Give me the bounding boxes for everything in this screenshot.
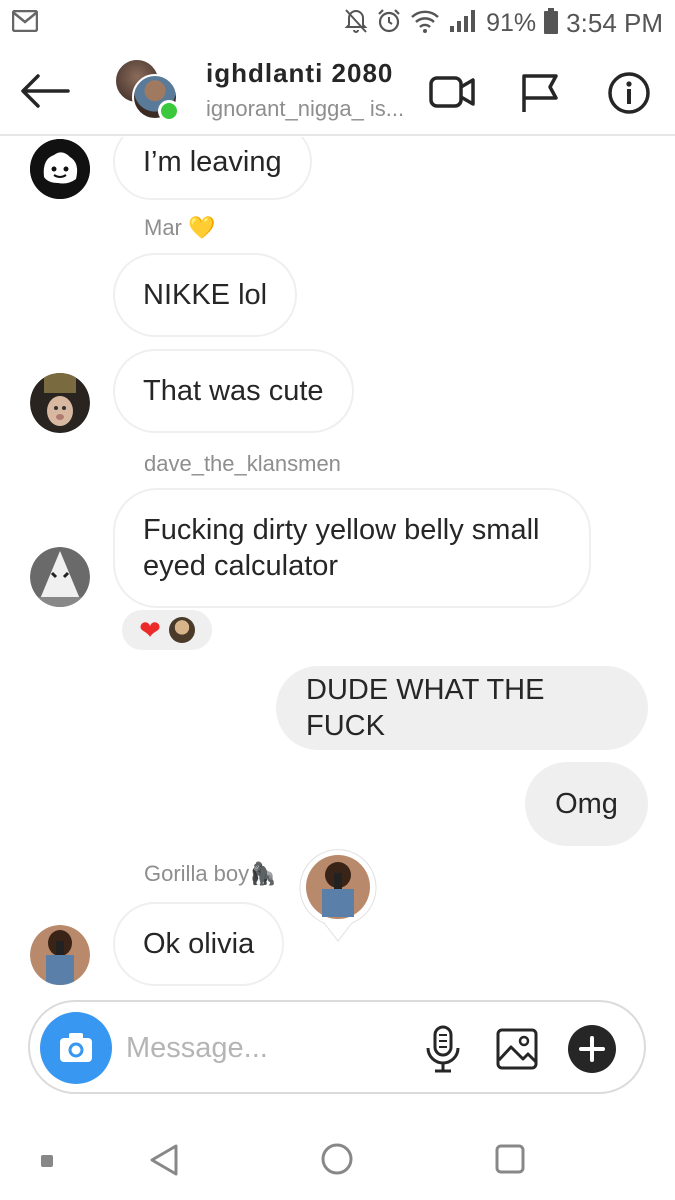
gmail-icon: [11, 9, 39, 37]
wifi-icon: [410, 8, 440, 39]
thread-header: ighdlanti 2080 ignorant_nigga_ is...: [0, 46, 675, 136]
message-text: NIKKE lol: [143, 279, 268, 311]
message-bubble[interactable]: I’m leaving: [113, 137, 312, 200]
sender-name: dave_the_klansmen: [144, 451, 341, 476]
avatar[interactable]: [30, 925, 90, 985]
clock: 3:54 PM: [566, 7, 663, 38]
group-avatar[interactable]: [114, 58, 182, 124]
message-text: That was cute: [143, 375, 324, 407]
message-bubble[interactable]: Ok olivia: [113, 902, 285, 986]
message-reactions[interactable]: ❤: [120, 608, 214, 652]
camera-icon[interactable]: [40, 1012, 112, 1084]
message-bubble[interactable]: That was cute: [113, 349, 354, 433]
microphone-icon[interactable]: [420, 1024, 466, 1073]
alarm-icon: [376, 8, 402, 39]
home-circle-icon[interactable]: [320, 1142, 354, 1181]
thread-subtitle[interactable]: ignorant_nigga_ is...: [206, 96, 404, 122]
signal-icon: [448, 8, 478, 39]
message-text: DUDE WHAT THE FUCK: [306, 674, 545, 742]
avatar[interactable]: [30, 373, 90, 433]
online-indicator: [158, 100, 180, 122]
avatar[interactable]: [30, 139, 90, 199]
avatar[interactable]: [30, 547, 90, 607]
system-nav-bar: [0, 1118, 675, 1200]
sender-name: Gorilla boy🦍: [144, 861, 277, 886]
back-triangle-icon[interactable]: [148, 1142, 180, 1183]
flag-icon[interactable]: [518, 70, 566, 114]
gallery-icon[interactable]: [494, 1026, 540, 1072]
recent-dot-icon[interactable]: [40, 1154, 54, 1173]
battery-percent: 91%: [486, 8, 537, 37]
message-text: Ok olivia: [143, 928, 255, 960]
plus-icon[interactable]: [568, 1025, 616, 1073]
message-text: Fucking dirty yellow belly small eyed ca…: [143, 514, 540, 582]
message-composer: [28, 1000, 646, 1094]
message-bubble[interactable]: Fucking dirty yellow belly small eyed ca…: [113, 488, 591, 608]
sender-name: Mar 💛: [144, 215, 216, 240]
info-icon[interactable]: [606, 70, 654, 114]
message-input[interactable]: [126, 1026, 376, 1070]
status-bar: 91% 3:54 PM: [0, 0, 675, 46]
overview-square-icon[interactable]: [494, 1143, 526, 1180]
heart-icon: ❤: [139, 615, 161, 645]
message-text: I’m leaving: [143, 145, 282, 178]
message-bubble[interactable]: NIKKE lol: [113, 253, 298, 337]
message-bubble-mine[interactable]: Omg: [525, 762, 648, 846]
seen-avatar-pin[interactable]: [298, 849, 378, 943]
message-text: Omg: [555, 788, 618, 820]
avatar: [168, 617, 195, 643]
back-arrow-icon[interactable]: [18, 68, 72, 114]
video-call-icon[interactable]: [428, 70, 476, 114]
battery-icon: [544, 7, 559, 39]
message-bubble-mine[interactable]: DUDE WHAT THE FUCK: [276, 666, 648, 750]
mute-icon: [344, 8, 368, 39]
thread-title[interactable]: ighdlanti 2080: [206, 58, 393, 89]
